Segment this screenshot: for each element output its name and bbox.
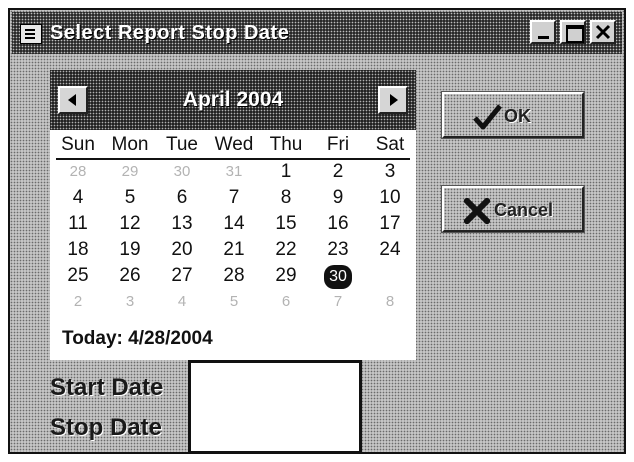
calendar-day[interactable]: 27 <box>156 264 208 288</box>
weekday-sun: Sun <box>61 134 95 155</box>
calendar-day[interactable]: 28 <box>52 160 104 184</box>
calendar-day[interactable]: 4 <box>156 290 208 314</box>
calendar-day[interactable]: 10 <box>364 186 416 210</box>
weekday-mon: Mon <box>111 134 149 155</box>
cancel-label: Cancel <box>494 200 554 220</box>
calendar-day[interactable]: 1 <box>260 160 312 184</box>
calendar-day[interactable]: 4 <box>52 186 104 210</box>
calendar-day[interactable]: 14 <box>208 212 260 236</box>
cancel-x-icon <box>464 198 490 224</box>
calendar-day[interactable]: 30 <box>156 160 208 184</box>
calendar-day[interactable]: 6 <box>156 186 208 210</box>
start-date-label: Start Date <box>50 374 164 401</box>
calendar-day[interactable]: 22 <box>260 238 312 262</box>
calendar-day[interactable]: 2 <box>52 290 104 314</box>
month-calendar: April 2004 Sun Mon Tue Wed Thu Fri Sat 2… <box>50 70 416 360</box>
calendar-day[interactable]: 12 <box>104 212 156 236</box>
calendar-day[interactable]: 7 <box>312 290 364 314</box>
calendar-day[interactable]: 5 <box>208 290 260 314</box>
calendar-day[interactable]: 19 <box>104 238 156 262</box>
calendar-day[interactable]: 13 <box>156 212 208 236</box>
app-icon <box>20 24 42 44</box>
next-month-button[interactable] <box>378 86 408 114</box>
ok-button[interactable]: OK <box>441 91 585 139</box>
calendar-day[interactable]: 11 <box>52 212 104 236</box>
cancel-button[interactable]: Cancel <box>441 185 585 233</box>
selected-day-label: 30 <box>324 265 352 289</box>
right-arrow-icon <box>390 94 398 106</box>
window-title: Select Report Stop Date <box>50 22 290 44</box>
calendar-day[interactable]: 2 <box>312 160 364 184</box>
minimize-icon <box>538 36 549 39</box>
calendar-day[interactable]: 7 <box>208 186 260 210</box>
date-display-box[interactable] <box>188 360 362 454</box>
calendar-day[interactable]: 31 <box>208 160 260 184</box>
month-label[interactable]: April 2004 <box>50 88 416 112</box>
calendar-day[interactable]: 26 <box>104 264 156 288</box>
calendar-day[interactable]: 29 <box>104 160 156 184</box>
maximize-button[interactable] <box>560 20 586 44</box>
calendar-day[interactable]: 3 <box>104 290 156 314</box>
calendar-day[interactable]: 18 <box>52 238 104 262</box>
report-stop-date-dialog: Select Report Stop Date April 2004 Sun M… <box>8 8 626 454</box>
ok-label: OK <box>504 106 531 126</box>
weekday-tue: Tue <box>165 134 199 155</box>
title-bar[interactable]: Select Report Stop Date <box>12 12 622 54</box>
selected-day[interactable]: 30 <box>312 264 364 289</box>
minimize-button[interactable] <box>530 20 556 44</box>
stop-date-label: Stop Date <box>50 414 163 441</box>
calendar-day[interactable]: 23 <box>312 238 364 262</box>
calendar-day[interactable]: 20 <box>156 238 208 262</box>
calendar-day[interactable]: 8 <box>260 186 312 210</box>
calendar-day[interactable]: 6 <box>260 290 312 314</box>
maximize-icon <box>566 25 584 43</box>
weekday-thu: Thu <box>269 134 303 155</box>
today-link[interactable]: Today: 4/28/2004 <box>62 328 213 350</box>
calendar-day[interactable]: 15 <box>260 212 312 236</box>
calendar-header: April 2004 <box>50 70 416 130</box>
close-icon <box>595 24 611 40</box>
calendar-day[interactable]: 29 <box>260 264 312 288</box>
calendar-day[interactable]: 28 <box>208 264 260 288</box>
calendar-day[interactable]: 17 <box>364 212 416 236</box>
weekday-sat: Sat <box>375 134 405 155</box>
calendar-day[interactable]: 8 <box>364 290 416 314</box>
calendar-day[interactable]: 21 <box>208 238 260 262</box>
calendar-day[interactable]: 25 <box>52 264 104 288</box>
close-button[interactable] <box>590 20 616 44</box>
calendar-day[interactable]: 16 <box>312 212 364 236</box>
checkmark-icon <box>473 104 502 130</box>
calendar-day[interactable]: 3 <box>364 160 416 184</box>
calendar-day[interactable]: 24 <box>364 238 416 262</box>
calendar-day[interactable] <box>364 264 416 288</box>
weekday-wed: Wed <box>214 134 254 155</box>
calendar-day[interactable]: 5 <box>104 186 156 210</box>
calendar-day[interactable]: 9 <box>312 186 364 210</box>
weekday-fri: Fri <box>326 134 350 155</box>
